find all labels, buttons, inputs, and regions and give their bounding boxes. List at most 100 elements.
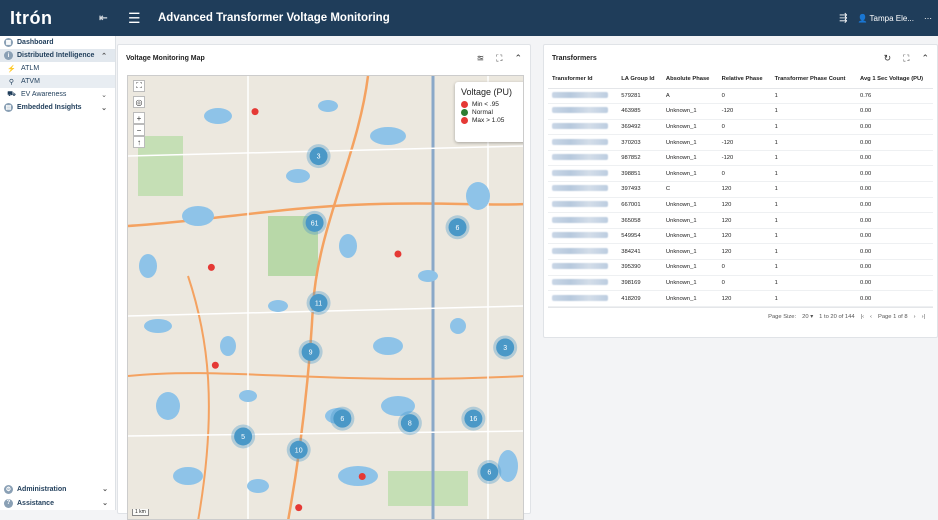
- table-cell: 1: [770, 119, 856, 136]
- cluster-marker[interactable]: 9: [298, 339, 323, 364]
- voltage-map[interactable]: 3 61 6 11 9 3 6 8 16 5 10 6 ⛶ ◎ + − ↑ Voltage (PU) …: [127, 75, 524, 520]
- sidebar-collapse-icon[interactable]: ⇤: [99, 13, 108, 24]
- chevron-down-icon[interactable]: ⌄: [101, 104, 107, 112]
- redacted-id: [552, 122, 608, 129]
- sidebar-item-assistance[interactable]: ? Assistance ⌄: [0, 496, 116, 510]
- cluster-marker[interactable]: 11: [306, 290, 331, 315]
- sidebar-item-administration[interactable]: ⚙ Administration ⌄: [0, 482, 116, 496]
- pagination: Page Size: 20 ▾ 1 to 20 of 144 |‹ ‹ Page…: [548, 306, 933, 326]
- refresh-icon[interactable]: ↻: [884, 53, 892, 64]
- sidebar-item-ev-awareness[interactable]: ⛟ EV Awareness ⌄: [0, 88, 115, 101]
- table-cell: 579281: [617, 88, 662, 105]
- expand-icon[interactable]: ⛶: [903, 53, 909, 64]
- column-header[interactable]: Relative Phase: [717, 71, 771, 89]
- table-row[interactable]: 987852 Unknown_1 -120 1 0.00: [548, 150, 933, 167]
- map-panel: Voltage Monitoring Map ≊ ⛶ ⌃ 3 61 6 11 9…: [117, 44, 531, 520]
- cluster-marker[interactable]: 6: [477, 460, 502, 485]
- table-row[interactable]: 397493 C 120 1 0.00: [548, 181, 933, 198]
- table-row[interactable]: 398169 Unknown_1 0 1 0.00: [548, 275, 933, 292]
- table-cell: -120: [717, 103, 771, 120]
- map-scale: 1 km: [132, 509, 149, 516]
- page-title: Advanced Transformer Voltage Monitoring: [158, 12, 390, 24]
- next-page-icon[interactable]: ›: [914, 314, 916, 320]
- collapse-icon[interactable]: ⌃: [921, 53, 929, 64]
- cluster-marker[interactable]: 5: [231, 424, 256, 449]
- cluster-marker[interactable]: 8: [397, 411, 422, 436]
- column-header[interactable]: Absolute Phase: [661, 71, 718, 89]
- table-cell: 1: [770, 212, 856, 229]
- cluster-marker[interactable]: 3: [493, 335, 518, 360]
- column-header[interactable]: LA Group Id: [617, 71, 662, 89]
- transformer-id-cell: [548, 150, 618, 167]
- sidebar-item-atlm[interactable]: ⚡ ATLM: [0, 62, 115, 75]
- cluster-marker[interactable]: 6: [330, 406, 355, 431]
- sidebar-item-atvm[interactable]: ⚲ ATVM: [0, 75, 115, 88]
- cluster-marker[interactable]: 10: [286, 437, 311, 462]
- table-cell: Unknown_1: [661, 212, 718, 229]
- chevron-down-icon[interactable]: ⌄: [101, 91, 107, 99]
- chevron-up-icon[interactable]: ⌃: [101, 52, 107, 60]
- voltage-alert-marker[interactable]: [394, 250, 402, 258]
- column-header[interactable]: Transformer Phase Count: [770, 71, 856, 89]
- cluster-marker[interactable]: 6: [445, 215, 470, 240]
- table-cell: Unknown_1: [661, 165, 718, 183]
- table-row[interactable]: 549954 Unknown_1 120 1 0.00: [548, 228, 933, 245]
- user-menu[interactable]: 👤 Tampa Ele...: [857, 14, 914, 23]
- more-icon[interactable]: ⋯: [924, 14, 932, 23]
- cluster-marker[interactable]: 3: [306, 144, 331, 169]
- zoom-out-button[interactable]: −: [133, 124, 145, 136]
- table-cell: Unknown_1: [661, 197, 718, 214]
- legend-dot: [461, 117, 468, 124]
- first-page-icon[interactable]: |‹: [861, 314, 864, 320]
- sidebar-item-dashboard[interactable]: ▦ Dashboard: [0, 36, 115, 49]
- layers-icon[interactable]: ≊: [477, 53, 485, 64]
- sidebar-item-embedded-insights[interactable]: ▤ Embedded Insights ⌄: [0, 101, 115, 114]
- table-row[interactable]: 370203 Unknown_1 -120 1 0.00: [548, 134, 933, 151]
- cluster-marker[interactable]: 61: [302, 210, 327, 235]
- table-row[interactable]: 667001 Unknown_1 120 1 0.00: [548, 197, 933, 214]
- cluster-marker[interactable]: 16: [461, 406, 486, 431]
- table-cell: 987852: [617, 150, 662, 167]
- table-cell: 0.00: [855, 150, 933, 167]
- table-cell: 0: [717, 275, 771, 292]
- table-cell: 549954: [617, 228, 662, 245]
- table-row[interactable]: 369492 Unknown_1 0 1 0.00: [548, 119, 933, 136]
- collapse-icon[interactable]: ⌃: [514, 53, 522, 64]
- locate-icon[interactable]: ◎: [133, 96, 145, 108]
- chevron-down-icon[interactable]: ⌄: [102, 485, 108, 493]
- zoom-in-button[interactable]: +: [133, 112, 145, 124]
- table-cell: 1: [770, 165, 856, 183]
- table-cell: 0: [717, 259, 771, 276]
- transformer-id-cell: [548, 134, 618, 151]
- map-canvas[interactable]: 3 61 6 11 9 3 6 8 16 5 10 6: [128, 76, 524, 520]
- voltage-alert-marker[interactable]: [358, 473, 366, 480]
- voltage-legend: Voltage (PU) Min < .95 Normal Max > 1.05: [455, 82, 523, 142]
- compass-icon[interactable]: ↑: [133, 136, 145, 148]
- table-row[interactable]: 463985 Unknown_1 -120 1 0.00: [548, 103, 933, 120]
- table-body: 579281 A 0 1 0.76 463985 Unknown_1 -120 1 0.00 369…: [548, 88, 933, 307]
- expand-icon[interactable]: ⛶: [496, 53, 502, 64]
- table-cell: 1: [770, 228, 856, 245]
- chevron-down-icon[interactable]: ⌄: [102, 499, 108, 507]
- legend-label: Max > 1.05: [472, 117, 505, 124]
- voltage-alert-marker[interactable]: [295, 504, 303, 512]
- page-size-select[interactable]: 20 ▾: [802, 314, 813, 320]
- table-row[interactable]: 418209 Unknown_1 120 1 0.00: [548, 290, 933, 307]
- info-icon: i: [4, 51, 13, 60]
- column-header[interactable]: Avg 1 Sec Voltage (PU): [855, 71, 933, 89]
- prev-page-icon[interactable]: ‹: [870, 314, 872, 320]
- table-row[interactable]: 579281 A 0 1 0.76: [548, 88, 933, 105]
- sidebar-item-distributed-intelligence[interactable]: i Distributed Intelligence ⌃: [0, 49, 115, 62]
- hamburger-icon[interactable]: ☰: [128, 10, 150, 27]
- fullscreen-map-icon[interactable]: ⛶: [133, 80, 145, 92]
- column-header[interactable]: Transformer Id: [548, 71, 618, 89]
- voltage-alert-marker[interactable]: [211, 361, 219, 369]
- notification-icon[interactable]: ⇶: [839, 13, 847, 24]
- table-row[interactable]: 395390 Unknown_1 0 1 0.00: [548, 259, 933, 276]
- table-row[interactable]: 398851 Unknown_1 0 1 0.00: [548, 165, 933, 183]
- last-page-icon[interactable]: ›|: [922, 314, 925, 320]
- voltage-alert-marker[interactable]: [251, 108, 259, 116]
- table-row[interactable]: 365058 Unknown_1 120 1 0.00: [548, 212, 933, 229]
- voltage-alert-marker[interactable]: [207, 263, 215, 271]
- table-row[interactable]: 384241 Unknown_1 120 1 0.00: [548, 243, 933, 261]
